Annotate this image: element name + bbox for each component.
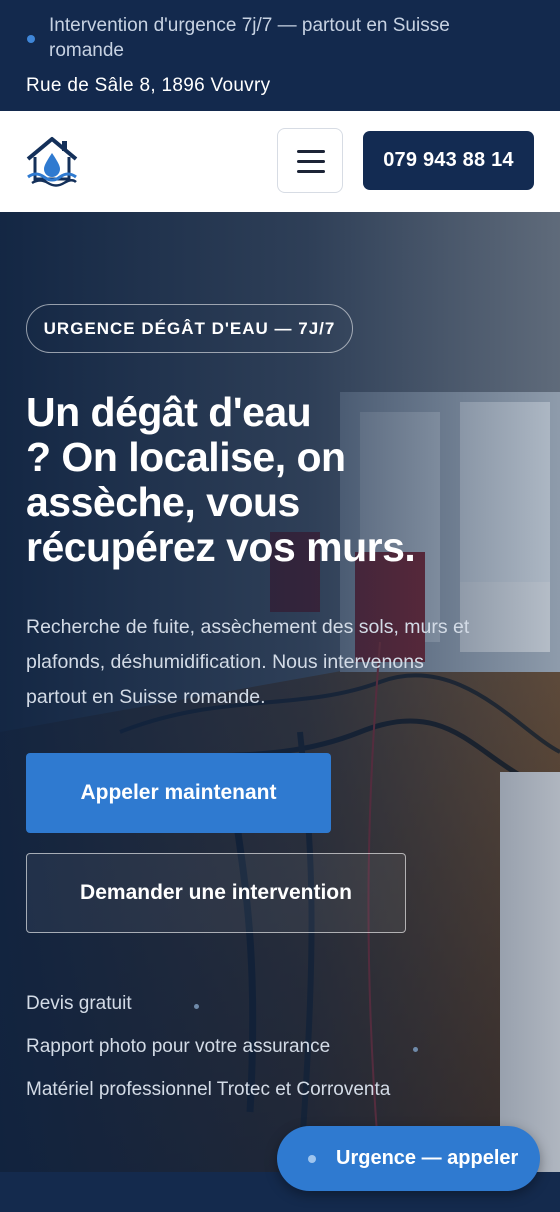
status-dot-icon [308,1155,316,1163]
emergency-badge: URGENCE DÉGÂT D'EAU — 7J/7 [26,304,353,353]
perk-photo-report: Rapport photo pour votre assurance [26,1036,331,1057]
call-now-button[interactable]: Appeler maintenant [26,753,331,833]
house-water-drop-icon[interactable] [24,133,80,189]
menu-toggle-button[interactable] [277,128,343,193]
bullet-dot-icon [194,1004,199,1009]
perk-professional-equipment: Matériel professionnel Trotec et Corrove… [26,1079,391,1100]
top-info-bar: Intervention d'urgence 7j/7 — partout en… [0,0,560,111]
emergency-notice: Intervention d'urgence 7j/7 — partout en… [49,15,450,61]
hero-headline: Un dégât d'eau ? On localise, on assèche… [26,389,416,570]
hero-description: Recherche de fuite, assèchement des sols… [26,616,470,708]
phone-call-button[interactable]: 079 943 88 14 [363,131,534,190]
address: Rue de Sâle 8, 1896 Vouvry [26,75,271,96]
bullet-dot-icon [413,1047,418,1052]
sticky-emergency-call-button[interactable]: Urgence — appeler [277,1126,540,1191]
hamburger-menu-icon [297,150,325,153]
status-dot-icon [27,35,35,43]
perk-free-quote: Devis gratuit [26,993,132,1014]
sticky-label: Urgence — appeler [336,1147,519,1169]
request-intervention-button[interactable]: Demander une intervention [26,853,406,933]
